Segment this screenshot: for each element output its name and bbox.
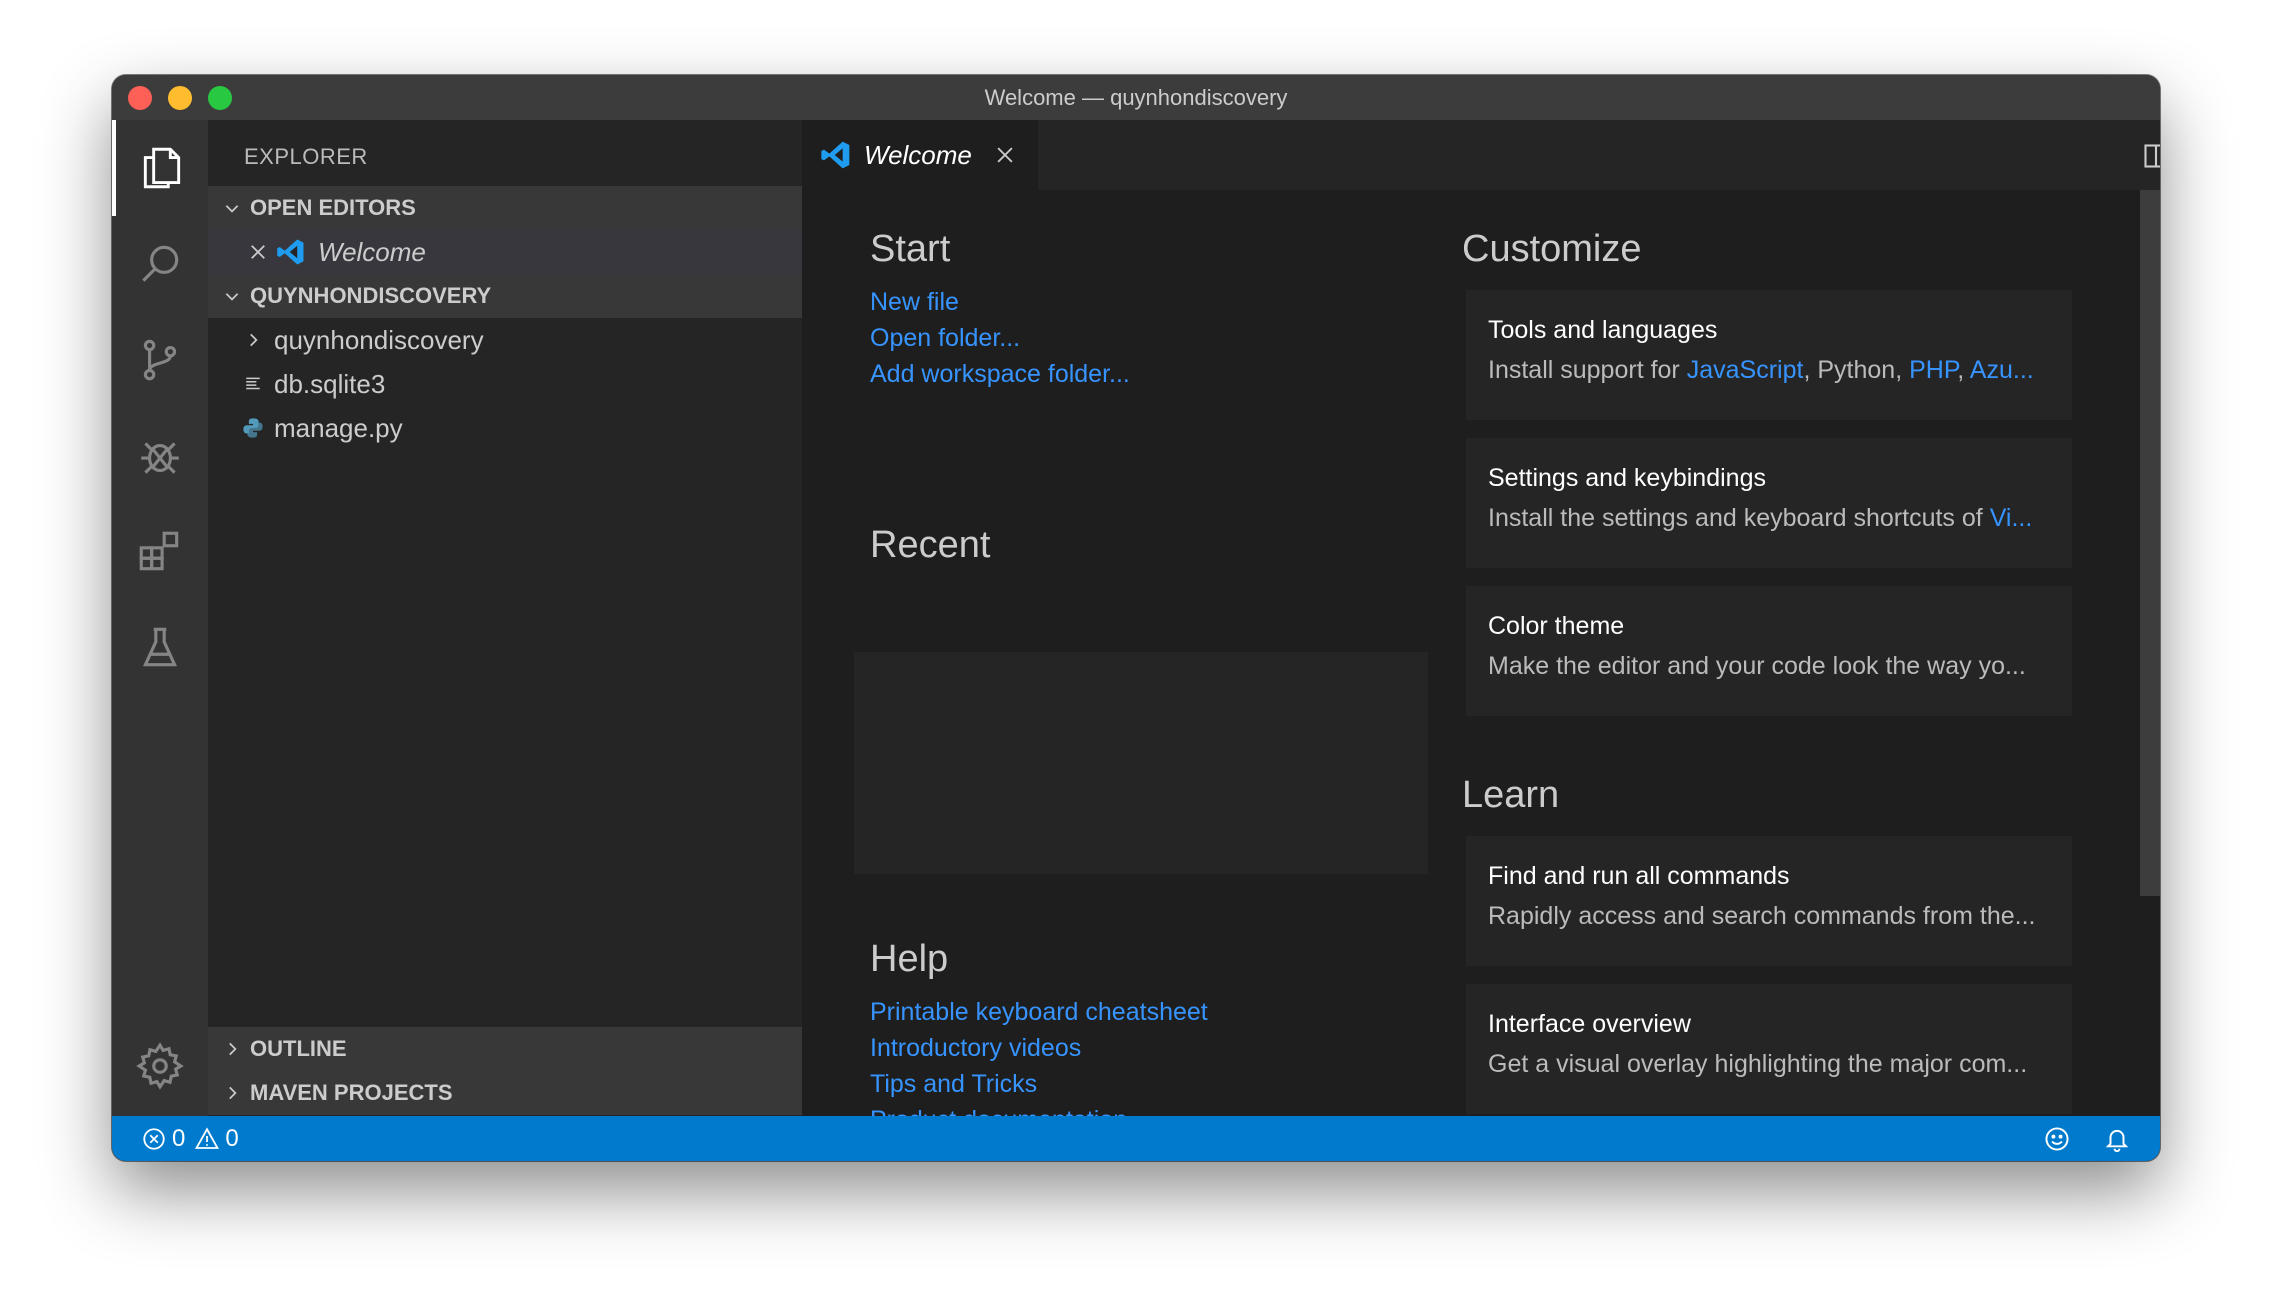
outline-header[interactable]: OUTLINE	[208, 1027, 802, 1071]
tab-label: Welcome	[864, 139, 972, 170]
learn-heading: Learn	[1462, 774, 1560, 816]
activity-bar	[112, 120, 208, 1116]
feedback-smiley-icon[interactable]	[2044, 1126, 2070, 1152]
explorer-sidebar: EXPLORER OPEN EDITORS Welcome QUYNHONDIS…	[208, 120, 802, 1116]
find-run-commands-card[interactable]: Find and run all commands Rapidly access…	[1466, 836, 2072, 966]
tree-item-label: db.sqlite3	[274, 368, 386, 399]
status-bar: 0 0	[112, 1116, 2160, 1161]
recent-list	[854, 652, 1428, 874]
add-workspace-folder-link[interactable]: Add workspace folder...	[870, 360, 1130, 389]
open-editors-label: OPEN EDITORS	[250, 195, 416, 220]
new-file-link[interactable]: New file	[870, 288, 959, 317]
azure-link[interactable]: Azu...	[1970, 356, 2034, 384]
tools-languages-card[interactable]: Tools and languages Install support for …	[1466, 290, 2072, 420]
warning-icon	[195, 1126, 220, 1151]
split-editor-icon[interactable]	[2142, 142, 2160, 170]
interface-overview-card[interactable]: Interface overview Get a visual overlay …	[1466, 984, 2072, 1114]
close-window-button[interactable]	[128, 86, 152, 110]
card-title: Find and run all commands	[1488, 862, 1790, 890]
card-description: Get a visual overlay highlighting the ma…	[1488, 1050, 2028, 1078]
file-lines-icon	[244, 375, 268, 393]
error-icon	[142, 1127, 166, 1151]
maximize-window-button[interactable]	[208, 86, 232, 110]
open-editors-header[interactable]: OPEN EDITORS	[208, 186, 802, 230]
project-folder-header[interactable]: QUYNHONDISCOVERY	[208, 274, 802, 318]
tree-item-file[interactable]: db.sqlite3	[208, 362, 802, 406]
settings-keybindings-card[interactable]: Settings and keybindings Install the set…	[1466, 438, 2072, 568]
open-folder-link[interactable]: Open folder...	[870, 324, 1020, 353]
welcome-page: Start New file Open folder... Add worksp…	[802, 190, 2160, 1116]
product-documentation-link[interactable]: Product documentation	[870, 1106, 1127, 1116]
title-bar: Welcome — quynhondiscovery	[112, 75, 2160, 120]
close-tab-icon[interactable]	[994, 144, 1016, 166]
maven-projects-label: MAVEN PROJECTS	[250, 1080, 453, 1105]
vscode-logo-icon	[820, 139, 852, 171]
help-heading: Help	[870, 938, 949, 980]
tree-item-label: manage.py	[274, 412, 403, 443]
card-title: Settings and keybindings	[1488, 464, 1766, 492]
chevron-right-icon	[244, 331, 268, 349]
editor-tab-bar: Welcome	[802, 120, 2160, 190]
php-link[interactable]: PHP	[1909, 356, 1957, 384]
source-control-icon[interactable]	[112, 312, 208, 408]
card-description: Make the editor and your code look the w…	[1488, 652, 2026, 680]
tree-item-file[interactable]: manage.py	[208, 406, 802, 450]
tab-welcome[interactable]: Welcome	[802, 120, 1038, 190]
vim-link[interactable]: Vi...	[1990, 504, 2033, 532]
warning-count: 0	[225, 1124, 239, 1152]
open-editor-item[interactable]: Welcome	[208, 230, 802, 274]
customize-heading: Customize	[1462, 228, 1642, 270]
card-title: Tools and languages	[1488, 316, 1718, 344]
test-flask-icon[interactable]	[112, 600, 208, 696]
tips-and-tricks-link[interactable]: Tips and Tricks	[870, 1070, 1037, 1099]
close-icon[interactable]	[248, 242, 272, 262]
card-title: Interface overview	[1488, 1010, 1691, 1038]
python-link[interactable]: Python	[1817, 356, 1895, 384]
open-editor-label: Welcome	[318, 236, 426, 267]
chevron-right-icon	[214, 1040, 250, 1058]
outline-label: OUTLINE	[250, 1036, 347, 1061]
python-icon	[242, 417, 268, 439]
project-folder-label: QUYNHONDISCOVERY	[250, 283, 492, 308]
card-title: Color theme	[1488, 612, 1625, 640]
chevron-right-icon	[214, 1084, 250, 1102]
maven-projects-header[interactable]: MAVEN PROJECTS	[208, 1071, 802, 1115]
sidebar-title: EXPLORER	[244, 144, 368, 169]
vertical-scrollbar[interactable]	[2140, 190, 2160, 896]
error-count: 0	[172, 1124, 186, 1152]
chevron-down-icon	[214, 287, 250, 305]
start-heading: Start	[870, 228, 951, 270]
status-right-items	[2044, 1116, 2130, 1161]
debug-icon[interactable]	[112, 408, 208, 504]
keyboard-cheatsheet-link[interactable]: Printable keyboard cheatsheet	[870, 998, 1208, 1027]
chevron-down-icon	[214, 199, 250, 217]
extensions-icon[interactable]	[112, 504, 208, 600]
tree-item-label: quynhondiscovery	[274, 324, 484, 355]
card-description: Install support for JavaScript, Python, …	[1488, 356, 2034, 384]
window-title: Welcome — quynhondiscovery	[984, 84, 1288, 110]
recent-heading: Recent	[870, 524, 991, 566]
javascript-link[interactable]: JavaScript	[1687, 356, 1804, 384]
search-icon[interactable]	[112, 216, 208, 312]
card-description: Rapidly access and search commands from …	[1488, 902, 2036, 930]
vscode-logo-icon	[276, 237, 312, 267]
notifications-bell-icon[interactable]	[2104, 1126, 2130, 1152]
introductory-videos-link[interactable]: Introductory videos	[870, 1034, 1081, 1063]
color-theme-card[interactable]: Color theme Make the editor and your cod…	[1466, 586, 2072, 716]
problems-indicator[interactable]: 0 0	[142, 1116, 239, 1161]
card-description: Install the settings and keyboard shortc…	[1488, 504, 2033, 532]
vscode-window: Welcome — quynhondiscovery EXPLORER OPEN…	[112, 75, 2160, 1161]
explorer-icon[interactable]	[112, 120, 208, 216]
tree-item-folder[interactable]: quynhondiscovery	[208, 318, 802, 362]
minimize-window-button[interactable]	[168, 86, 192, 110]
settings-gear-icon[interactable]	[112, 1018, 208, 1114]
